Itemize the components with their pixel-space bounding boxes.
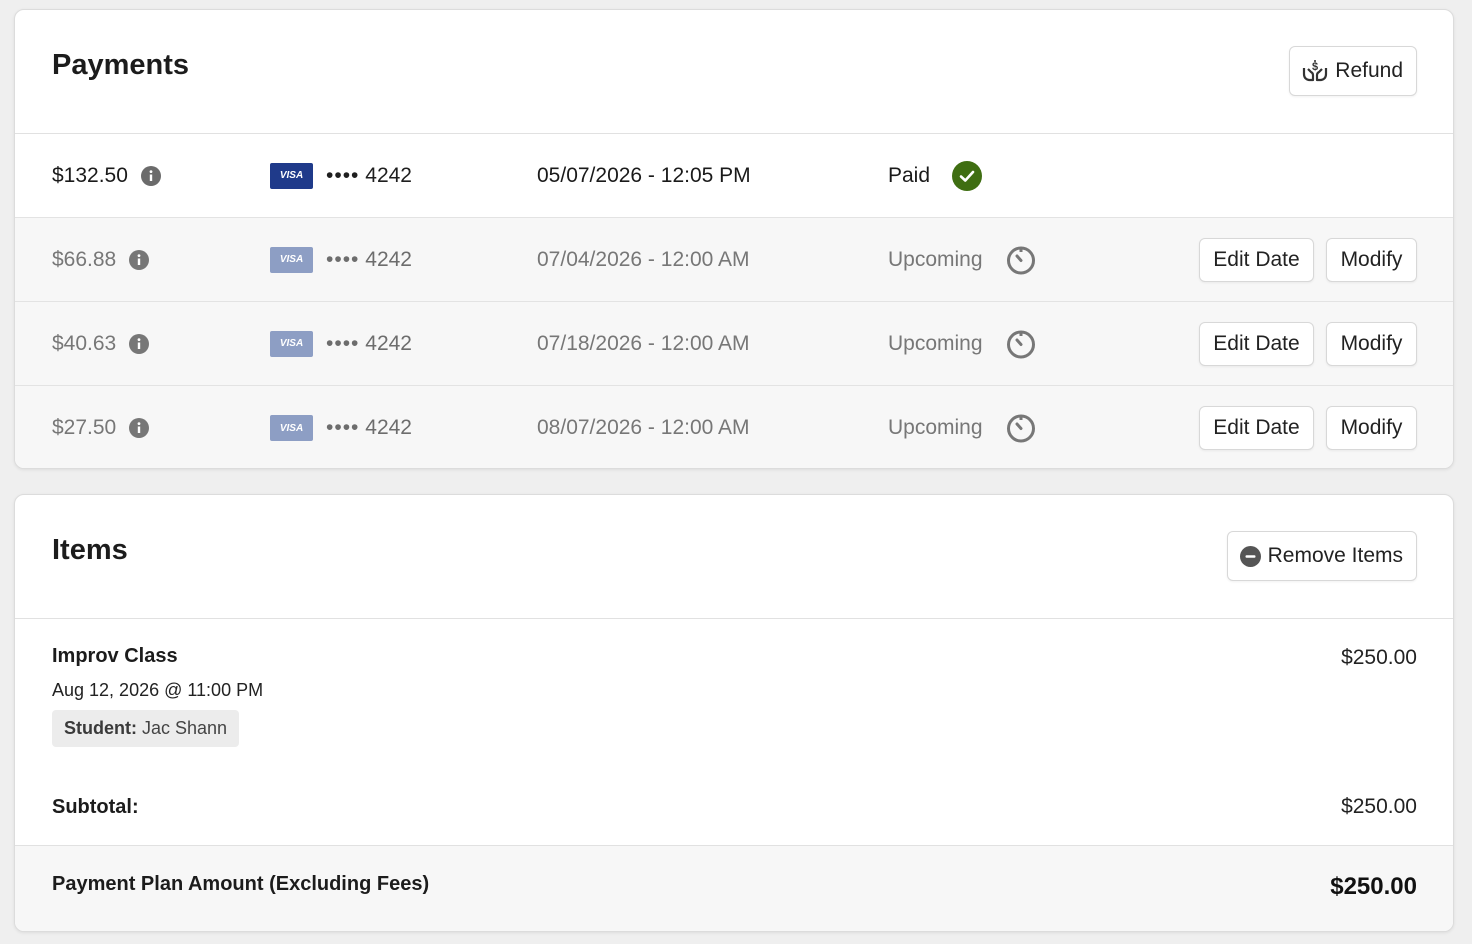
payments-title: Payments xyxy=(52,49,190,81)
timer-icon xyxy=(1007,414,1035,443)
minus-circle-icon xyxy=(1239,545,1261,567)
modify-button[interactable]: Modify xyxy=(1326,406,1417,450)
payment-status: Upcoming xyxy=(888,331,983,355)
payment-status: Upcoming xyxy=(888,247,983,271)
payment-date: 05/07/2026 - 12:05 PM xyxy=(537,163,751,187)
info-icon[interactable] xyxy=(129,333,150,354)
payments-card: Payments $ Refund $132.50 VISA •••• 4242… xyxy=(14,9,1454,469)
payment-status: Upcoming xyxy=(888,416,983,439)
payment-date: 08/07/2026 - 12:00 AM xyxy=(537,416,750,439)
info-icon[interactable] xyxy=(129,418,150,438)
timer-icon xyxy=(1007,330,1035,358)
item-price: $250.00 xyxy=(1341,646,1417,669)
payment-plan-label: Payment Plan Amount (Excluding Fees) xyxy=(52,873,430,895)
edit-date-button[interactable]: Edit Date xyxy=(1199,406,1314,450)
hand-coin-icon: $ xyxy=(1302,59,1328,83)
visa-card-icon: VISA xyxy=(270,330,313,357)
payment-amount: $66.88 xyxy=(52,248,150,272)
payment-row: $27.50 VISA •••• 4242 08/07/2026 - 12:00… xyxy=(15,386,1453,468)
items-card: Items Remove Items Improv Class Aug 12, … xyxy=(14,494,1454,932)
card-number: •••• 4242 xyxy=(326,247,412,271)
payment-plan-total-row: Payment Plan Amount (Excluding Fees) $25… xyxy=(15,845,1453,931)
modify-button[interactable]: Modify xyxy=(1326,237,1417,282)
student-label: Student: xyxy=(64,718,137,738)
payment-amount: $27.50 xyxy=(52,416,150,440)
card-number: •••• 4242 xyxy=(326,163,412,187)
remove-items-button[interactable]: Remove Items xyxy=(1226,531,1417,581)
visa-card-icon: VISA xyxy=(270,246,313,273)
student-name: Jac Shann xyxy=(142,718,228,738)
edit-date-button[interactable]: Edit Date xyxy=(1199,321,1314,366)
refund-label: Refund xyxy=(1335,59,1403,82)
check-circle-icon xyxy=(952,160,982,191)
card-number: •••• 4242 xyxy=(326,416,412,439)
visa-card-icon: VISA xyxy=(270,415,313,441)
info-icon[interactable] xyxy=(129,249,150,270)
payment-amount: $40.63 xyxy=(52,332,150,356)
payment-date: 07/18/2026 - 12:00 AM xyxy=(537,331,750,355)
card-number: •••• 4242 xyxy=(326,331,412,355)
refund-button[interactable]: $ Refund xyxy=(1289,46,1417,96)
payment-status: Paid xyxy=(888,163,931,187)
remove-items-label: Remove Items xyxy=(1267,544,1403,567)
payments-header: Payments $ Refund xyxy=(15,10,1453,134)
item-name: Improv Class xyxy=(52,645,178,667)
student-badge: Student: Jac Shann xyxy=(52,710,240,747)
subtotal-value: $250.00 xyxy=(1341,795,1417,818)
item-date: Aug 12, 2026 @ 11:00 PM xyxy=(52,680,264,700)
payment-plan-value: $250.00 xyxy=(1330,873,1417,900)
item-entry: Improv Class Aug 12, 2026 @ 11:00 PM Stu… xyxy=(52,645,263,747)
payment-row: $66.88 VISA •••• 4242 07/04/2026 - 12:00… xyxy=(15,218,1453,302)
payment-row: $40.63 VISA •••• 4242 07/18/2026 - 12:00… xyxy=(15,302,1453,386)
visa-card-icon: VISA xyxy=(270,162,313,189)
payment-amount: $132.50 xyxy=(52,164,161,188)
info-icon[interactable] xyxy=(140,165,161,186)
items-header: Items Remove Items xyxy=(15,495,1453,619)
svg-text:$: $ xyxy=(1312,61,1318,73)
items-title: Items xyxy=(52,534,128,566)
payment-row: $132.50 VISA •••• 4242 05/07/2026 - 12:0… xyxy=(15,134,1453,218)
timer-icon xyxy=(1007,246,1035,274)
subtotal-label: Subtotal: xyxy=(52,796,139,818)
modify-button[interactable]: Modify xyxy=(1326,321,1417,366)
payment-date: 07/04/2026 - 12:00 AM xyxy=(537,247,750,271)
edit-date-button[interactable]: Edit Date xyxy=(1199,237,1314,282)
